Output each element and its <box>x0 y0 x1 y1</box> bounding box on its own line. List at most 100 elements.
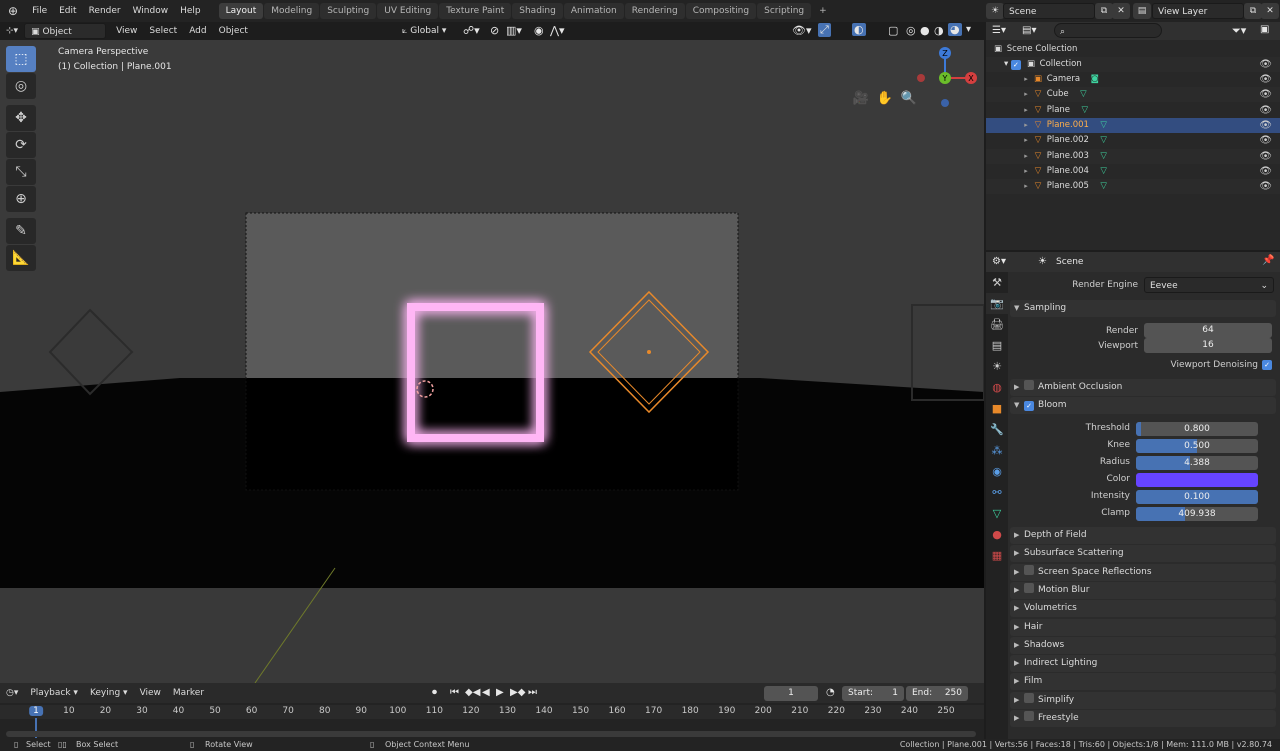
select-box-tool[interactable]: ⬚ <box>6 46 36 72</box>
menu-add[interactable]: Add <box>183 23 212 39</box>
mesh-data-icon[interactable]: ▽ <box>1079 103 1091 118</box>
menu-playback[interactable]: Playback ▾ <box>24 688 84 698</box>
outliner-item[interactable]: ▸ ▽ Cube ▽ 👁 <box>986 87 1280 103</box>
eye-icon[interactable]: 👁 <box>1259 103 1272 118</box>
gizmo-neg-z[interactable] <box>941 99 949 107</box>
pin-icon[interactable]: 📌 <box>1262 255 1274 266</box>
move-tool[interactable]: ✥ <box>6 105 36 131</box>
eye-icon[interactable]: 👁 <box>1259 118 1272 133</box>
menu-view-timeline[interactable]: View <box>134 688 167 698</box>
section-shadows[interactable]: ▶ Shadows <box>1010 636 1276 654</box>
eye-icon[interactable]: 👁 <box>1259 149 1272 164</box>
physics-tab-icon[interactable]: ◉ <box>986 461 1008 482</box>
outliner-item[interactable]: ▸ ▽ Plane.001 ▽ 👁 <box>986 117 1280 133</box>
section-screen-space-reflections[interactable]: ▶ Screen Space Reflections <box>1010 563 1276 581</box>
mesh-data-icon[interactable]: ▽ <box>1098 179 1110 194</box>
scene-selector-icon[interactable]: ☀ <box>986 3 1004 19</box>
overlay-toggle-icon[interactable]: ◐ <box>852 23 866 36</box>
outliner-item[interactable]: ▸ ▽ Plane.003 ▽ 👁 <box>986 148 1280 164</box>
collection-checkbox[interactable]: ✓ <box>1010 60 1021 70</box>
section-bloom[interactable]: ▼ ✓ Bloom <box>1010 397 1276 414</box>
tool-tab-icon[interactable]: ⚒ <box>986 272 1008 293</box>
pan-hand-icon[interactable]: ✋ <box>876 90 894 108</box>
tab-layout[interactable]: Layout <box>218 3 264 19</box>
blender-logo-icon[interactable]: ⊕ <box>0 0 26 22</box>
shading-options-icon[interactable]: ▾ <box>966 24 971 35</box>
mesh-data-icon[interactable]: ▽ <box>1098 133 1110 148</box>
outliner-item[interactable]: ▸ ▽ Plane.004 ▽ 👁 <box>986 164 1280 179</box>
bloom-threshold-field[interactable]: 0.800 <box>1136 422 1258 436</box>
mesh-data-icon[interactable]: ▽ <box>1098 164 1110 179</box>
view-layer-icon[interactable]: ▤ <box>1133 3 1151 19</box>
next-keyframe-button[interactable]: ▶◆ <box>510 687 525 698</box>
visibility-icon[interactable]: 👁▾ <box>792 24 812 37</box>
transform-tool[interactable]: ⊕ <box>6 186 36 212</box>
eye-icon[interactable]: 👁 <box>1259 179 1272 194</box>
expand-arrow-icon[interactable]: ▸ <box>1020 72 1032 87</box>
properties-editor-type-icon[interactable]: ⚙▾ <box>992 256 1006 267</box>
eye-icon[interactable]: 👁 <box>1259 87 1272 102</box>
section-checkbox[interactable] <box>1024 564 1034 575</box>
gizmo-toggle-icon[interactable]: ⤢ <box>818 23 831 37</box>
start-frame-field[interactable]: Start: 1 <box>842 686 904 701</box>
outliner-editor-type-icon[interactable]: ☰▾ <box>992 25 1006 36</box>
new-view-layer-button[interactable]: ⧉ <box>1244 3 1262 19</box>
mode-dropdown[interactable]: ▣ Object Mode ▾ <box>24 23 107 53</box>
menu-help[interactable]: Help <box>174 0 207 22</box>
ambient-occlusion-checkbox[interactable] <box>1024 380 1034 390</box>
menu-keying[interactable]: Keying ▾ <box>84 688 134 698</box>
axis-gizmo[interactable]: Z X Y <box>910 45 980 115</box>
frame-ruler[interactable]: 1 10 20 30 40 50 60 70 80 90 100 110 120 130 140 150 160… <box>0 705 984 739</box>
particles-tab-icon[interactable]: ⁂ <box>986 440 1008 461</box>
snap-icon[interactable]: ⊘ <box>490 24 499 37</box>
menu-render[interactable]: Render <box>83 0 127 22</box>
shading-material-icon[interactable]: ◑ <box>934 24 944 37</box>
tab-sculpting[interactable]: Sculpting <box>320 3 377 19</box>
view-layer-field[interactable]: View Layer <box>1152 3 1244 19</box>
proportional-edit-icon[interactable]: ◉ <box>534 24 544 37</box>
tab-uv-editing[interactable]: UV Editing <box>377 3 439 19</box>
scale-tool[interactable]: ⤡ <box>6 159 36 185</box>
object-tab-icon[interactable]: ■ <box>986 398 1008 419</box>
expand-arrow-icon[interactable]: ▸ <box>1020 179 1032 194</box>
menu-marker[interactable]: Marker <box>167 688 210 698</box>
outliner-item[interactable]: ▸ ▽ Plane.002 ▽ 👁 <box>986 133 1280 148</box>
timeline-editor-type-icon[interactable]: ◷▾ <box>0 688 24 698</box>
eye-icon[interactable]: 👁 <box>1259 57 1272 72</box>
world-tab-icon[interactable]: ◍ <box>986 377 1008 398</box>
section-checkbox[interactable] <box>1024 692 1034 703</box>
jump-end-button[interactable]: ⏭ <box>528 687 537 698</box>
outliner-item[interactable]: ▸ ▣ Camera ◙ 👁 <box>986 72 1280 87</box>
camera-view-icon[interactable]: 🎥 <box>852 90 870 108</box>
render-tab-icon[interactable]: 📷 <box>986 293 1008 314</box>
cursor-tool[interactable]: ◎ <box>6 73 36 99</box>
constraints-tab-icon[interactable]: ⚯ <box>986 482 1008 503</box>
expand-arrow-icon[interactable]: ▸ <box>1020 133 1032 148</box>
editor-type-icon[interactable]: ⊹▾ <box>0 23 24 39</box>
shading-solid-icon[interactable]: ● <box>920 24 930 37</box>
gizmo-neg-x[interactable] <box>917 74 925 82</box>
play-reverse-button[interactable]: ◀ <box>482 687 490 698</box>
outliner-scene-collection[interactable]: ▣ Scene Collection <box>986 42 1280 57</box>
shading-wireframe-icon[interactable]: ◎ <box>906 24 916 37</box>
menu-file[interactable]: File <box>26 0 53 22</box>
annotate-tool[interactable]: ✎ <box>6 218 36 244</box>
outliner-item[interactable]: ▸ ▽ Plane.005 ▽ 👁 <box>986 179 1280 195</box>
timeline-scrollbar[interactable] <box>6 731 976 737</box>
new-collection-icon[interactable]: ▣ <box>1260 24 1269 35</box>
render-samples-field[interactable]: 64 <box>1144 323 1272 338</box>
menu-window[interactable]: Window <box>127 0 175 22</box>
section-indirect-lighting[interactable]: ▶ Indirect Lighting <box>1010 655 1276 673</box>
pivot-point-icon[interactable]: ☍▾ <box>463 24 480 37</box>
section-ambient-occlusion[interactable]: ▶ Ambient Occlusion <box>1010 379 1276 396</box>
bloom-color-field[interactable] <box>1136 473 1258 487</box>
shading-rendered-icon[interactable]: ◕ <box>948 23 962 36</box>
expand-arrow-icon[interactable]: ▸ <box>1020 149 1032 164</box>
tab-shading[interactable]: Shading <box>512 3 563 19</box>
jump-start-button[interactable]: ⏮ <box>450 687 459 698</box>
section-freestyle[interactable]: ▶ Freestyle <box>1010 710 1276 727</box>
texture-tab-icon[interactable]: ▦ <box>986 545 1008 566</box>
bloom-intensity-field[interactable]: 0.100 <box>1136 490 1258 504</box>
camera-data-icon[interactable]: ◙ <box>1089 72 1101 87</box>
tab-texture-paint[interactable]: Texture Paint <box>439 3 512 19</box>
